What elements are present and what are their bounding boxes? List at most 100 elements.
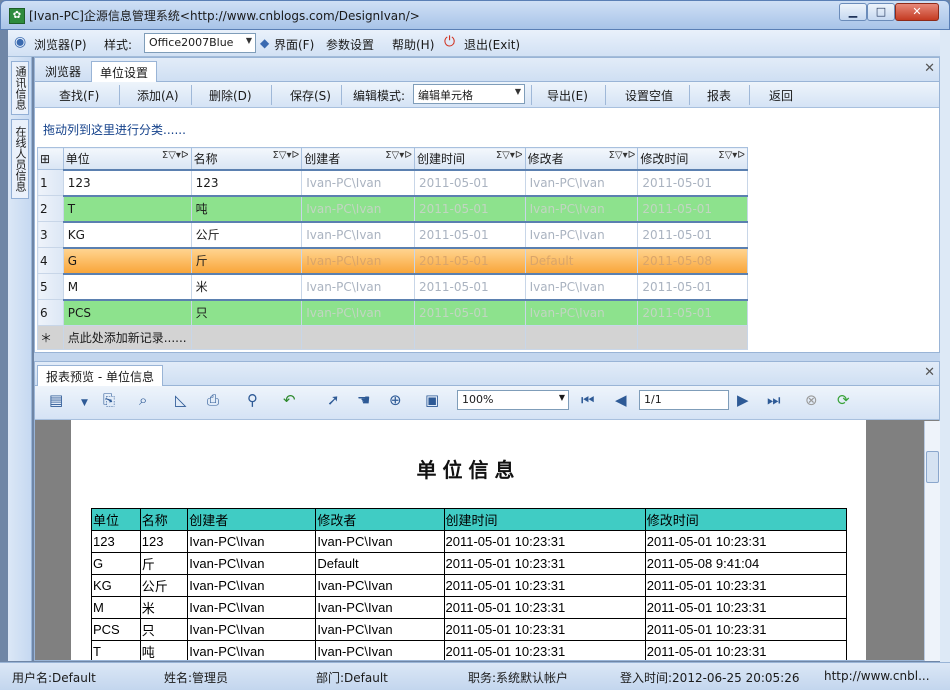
tab-report-preview[interactable]: 报表预览 - 单位信息 xyxy=(37,365,163,386)
page-number-field[interactable]: 1/1 xyxy=(639,390,729,410)
new-row-cell[interactable] xyxy=(524,325,639,350)
close-icon[interactable]: ✕ xyxy=(924,365,935,380)
grid-cell[interactable]: M xyxy=(62,272,192,301)
new-row-cell[interactable] xyxy=(413,325,526,350)
grid-column-header[interactable]: 创建时间 Σ▽▾ᐅ xyxy=(413,147,526,170)
edit-mode-select[interactable]: 编辑单元格 ▼ xyxy=(413,84,525,104)
new-row-cell[interactable] xyxy=(637,325,748,350)
save-icon[interactable]: ▤ xyxy=(49,391,63,409)
copy-icon[interactable]: ⎘ xyxy=(103,391,115,409)
row-indicator[interactable]: 1 xyxy=(37,169,64,196)
hand-icon[interactable]: ☚ xyxy=(357,391,370,409)
tab-browser[interactable]: 浏览器 xyxy=(37,61,89,82)
scroll-thumb[interactable] xyxy=(926,451,939,483)
column-filter-icon[interactable]: Σ▽▾ᐅ xyxy=(272,150,299,161)
refresh-icon[interactable]: ⟳ xyxy=(837,391,850,409)
report-button[interactable]: 报表 xyxy=(707,87,731,104)
grid-cell[interactable]: 123 xyxy=(190,168,303,197)
menu-exit[interactable]: 退出(Exit) xyxy=(464,36,520,53)
full-screen-icon[interactable]: ▣ xyxy=(425,391,439,409)
grid-cell[interactable]: 公斤 xyxy=(190,220,303,249)
add-button[interactable]: 添加(A) xyxy=(137,87,179,104)
menu-browser[interactable]: 浏览器(P) xyxy=(34,36,87,53)
chevron-down-icon: ▼ xyxy=(514,87,521,96)
style-select[interactable]: Office2007Blue ▼ xyxy=(144,33,256,53)
prev-page-icon[interactable]: ◀ xyxy=(615,391,627,409)
group-by-panel[interactable]: 拖动列到这里进行分类...... xyxy=(43,121,186,138)
export-button[interactable]: 导出(E) xyxy=(547,87,588,104)
grid-cell[interactable]: PCS xyxy=(62,299,192,326)
new-row[interactable]: ＊点此处添加新记录...... xyxy=(37,325,748,350)
column-filter-icon[interactable]: Σ▽▾ᐅ xyxy=(609,150,636,161)
last-page-icon[interactable]: ⏭ xyxy=(767,391,781,409)
undo-icon[interactable]: ↶ xyxy=(283,391,296,409)
table-row[interactable]: 2 T 吨 Ivan-PC\Ivan 2011-05-01 Ivan-PC\Ivan 201… xyxy=(37,195,748,222)
row-indicator[interactable]: 6 xyxy=(37,299,64,326)
grid-column-header[interactable]: 修改者 Σ▽▾ᐅ xyxy=(524,147,639,170)
preview-icon[interactable]: ⌕ xyxy=(139,391,147,409)
page-setup-icon[interactable]: ◺ xyxy=(175,391,187,409)
window-title: [Ivan-PC]企源信息管理系统<http://www.cnblogs.com… xyxy=(29,9,420,23)
next-page-icon[interactable]: ▶ xyxy=(737,391,749,409)
vertical-scrollbar[interactable] xyxy=(924,421,940,661)
report-cell: 2011-05-01 10:23:31 xyxy=(443,640,646,660)
grid-corner[interactable]: ⊞ xyxy=(37,147,64,170)
row-indicator[interactable]: 2 xyxy=(37,195,64,222)
table-row[interactable]: 4 G 斤 Ivan-PC\Ivan 2011-05-01 Default 2011-05-… xyxy=(37,247,748,274)
column-header-label: 修改者 xyxy=(527,151,564,166)
delete-button[interactable]: 删除(D) xyxy=(209,87,252,104)
tab-unit-settings[interactable]: 单位设置 xyxy=(91,61,158,82)
print-icon[interactable]: ⎙ xyxy=(207,391,219,409)
pane-splitter[interactable] xyxy=(34,353,940,361)
menu-ui[interactable]: 界面(F) xyxy=(274,36,314,53)
report-cell: Ivan-PC\Ivan xyxy=(315,530,445,553)
column-filter-icon[interactable]: Σ▽▾ᐅ xyxy=(496,150,523,161)
grid-column-header[interactable]: 单位 Σ▽▾ᐅ xyxy=(62,147,192,170)
maximize-button[interactable]: □ xyxy=(867,3,895,21)
column-filter-icon[interactable]: Σ▽▾ᐅ xyxy=(718,150,745,161)
zoom-select[interactable]: 100% ▼ xyxy=(457,390,569,410)
column-filter-icon[interactable]: Σ▽▾ᐅ xyxy=(385,150,412,161)
dock-tab-online-users[interactable]: 在线人员信息 xyxy=(11,119,29,199)
close-button[interactable]: ✕ xyxy=(895,3,939,21)
new-row-cell[interactable] xyxy=(301,325,415,350)
close-icon[interactable]: ✕ xyxy=(924,61,935,76)
menu-help[interactable]: 帮助(H) xyxy=(392,36,434,53)
grid-column-header[interactable]: 创建者 Σ▽▾ᐅ xyxy=(301,147,415,170)
grid-cell[interactable]: 只 xyxy=(190,299,303,326)
column-filter-icon[interactable]: Σ▽▾ᐅ xyxy=(162,150,189,161)
edit-mode-label: 编辑模式: xyxy=(353,89,406,103)
back-button[interactable]: 返回 xyxy=(769,87,793,104)
status-url[interactable]: http://www.cnbl... xyxy=(824,669,930,683)
dock-tab-contacts[interactable]: 通讯信息 xyxy=(11,61,29,115)
set-null-button[interactable]: 设置空值 xyxy=(625,87,673,104)
new-row-prompt[interactable]: 点此处添加新记录...... xyxy=(62,325,192,350)
zoom-tool-icon[interactable]: ⊕ xyxy=(389,391,402,409)
grid-cell[interactable]: 吨 xyxy=(190,195,303,222)
grid-cell[interactable]: 斤 xyxy=(190,247,303,274)
grid-cell[interactable]: T xyxy=(62,195,192,222)
new-row-cell[interactable] xyxy=(190,325,303,350)
table-row[interactable]: 6 PCS 只 Ivan-PC\Ivan 2011-05-01 Ivan-PC\Ivan 2… xyxy=(37,299,748,326)
pointer-icon[interactable]: ➚ xyxy=(327,391,340,409)
chevron-down-icon[interactable]: ▼ xyxy=(81,398,88,408)
table-row[interactable]: 1 123 123 Ivan-PC\Ivan 2011-05-01 Ivan-PC\Iva… xyxy=(37,168,748,197)
grid-cell[interactable]: G xyxy=(62,247,192,274)
save-button[interactable]: 保存(S) xyxy=(290,87,331,104)
find-button[interactable]: 查找(F) xyxy=(59,87,99,104)
table-row[interactable]: 3 KG 公斤 Ivan-PC\Ivan 2011-05-01 Ivan-PC\Ivan 2… xyxy=(37,220,748,249)
first-page-icon[interactable]: ⏮ xyxy=(581,391,595,409)
grid-cell[interactable]: KG xyxy=(62,220,192,249)
row-indicator[interactable]: 5 xyxy=(37,273,64,300)
minimize-button[interactable]: ▁ xyxy=(839,3,867,21)
menu-params[interactable]: 参数设置 xyxy=(326,36,374,53)
grid-column-header[interactable]: 名称 Σ▽▾ᐅ xyxy=(190,147,303,170)
grid-cell[interactable]: 米 xyxy=(190,272,303,301)
table-row[interactable]: 5 M 米 Ivan-PC\Ivan 2011-05-01 Ivan-PC\Ivan 201… xyxy=(37,272,748,301)
row-indicator[interactable]: 4 xyxy=(37,247,64,274)
find-icon[interactable]: ⚲ xyxy=(247,391,258,409)
grid-column-header[interactable]: 修改时间 Σ▽▾ᐅ xyxy=(637,147,748,170)
row-indicator[interactable]: 3 xyxy=(37,221,64,248)
stop-icon[interactable]: ⊗ xyxy=(805,391,818,409)
grid-cell[interactable]: 123 xyxy=(62,168,192,197)
